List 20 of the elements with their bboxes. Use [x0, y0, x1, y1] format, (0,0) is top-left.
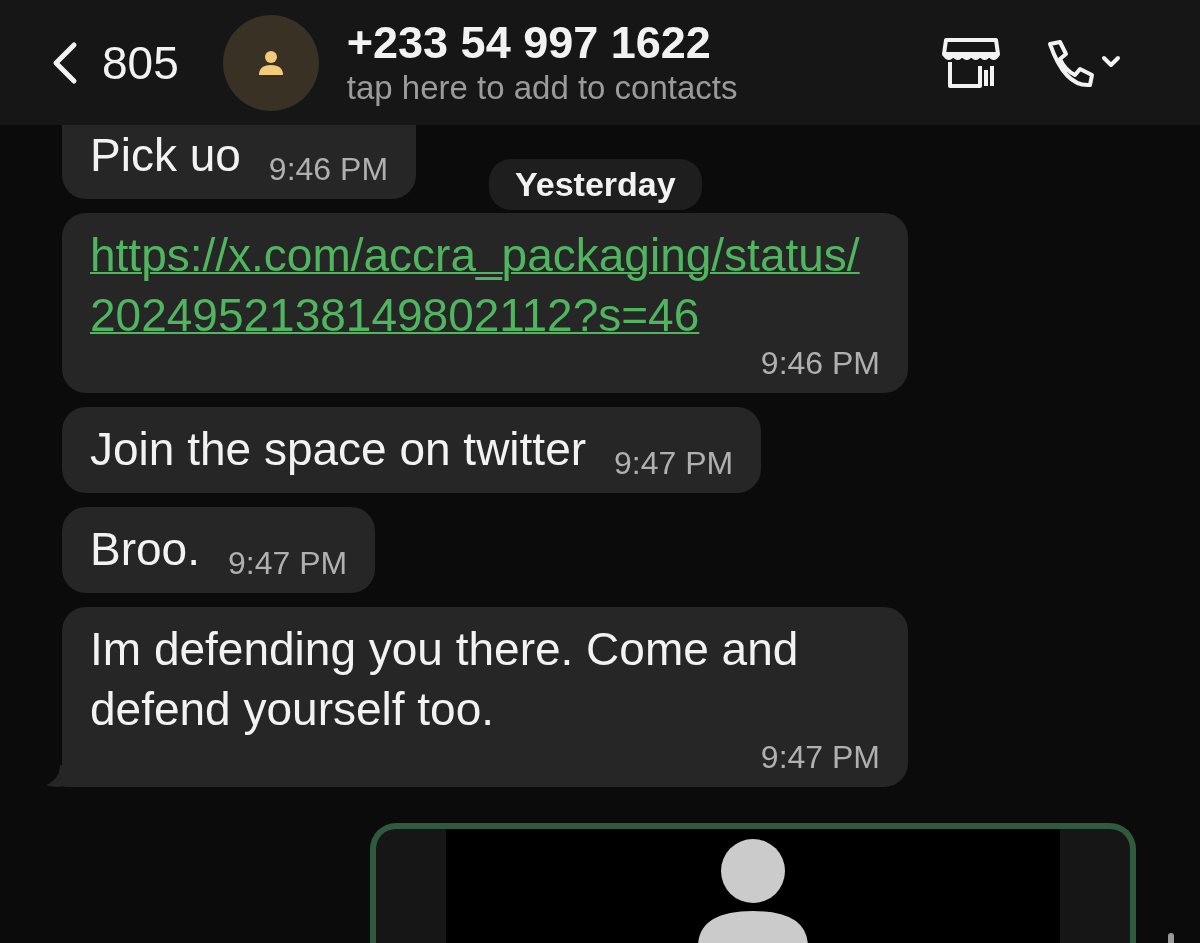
date-chip: Yesterday	[489, 159, 702, 210]
contact-phone-number[interactable]: +233 54 997 1622	[346, 17, 738, 68]
message-time: 9:47 PM	[614, 445, 734, 481]
message-bubble[interactable]: Broo. 9:47 PM	[62, 507, 376, 593]
message-text: Im defending you there. Come and defend yourself too.	[90, 622, 800, 737]
message-time: 9:47 PM	[760, 739, 880, 775]
message-bubble[interactable]: Pick uo 9:46 PM	[62, 125, 417, 199]
message-link[interactable]: https://x.com/accra_packaging/status/2024952138149802112?s=46	[90, 225, 880, 345]
message-text: Join the space on twitter	[90, 422, 587, 477]
contact-subtitle[interactable]: tap here to add to contacts	[346, 67, 738, 108]
message-time: 9:46 PM	[268, 151, 389, 187]
message-text: Broo.	[90, 522, 200, 577]
message-time: 9:47 PM	[227, 545, 348, 581]
message-bubble[interactable]: Join the space on twitter 9:47 PM	[62, 407, 762, 493]
back-button[interactable]: 805	[50, 35, 179, 90]
message-bubble[interactable]: https://x.com/accra_packaging/status/2024952138149802112?s=46 9:46 PM	[62, 213, 908, 393]
message-text: Pick uo	[90, 128, 241, 183]
message-bubble[interactable]: Im defending you there. Come and defend yourself too. 9:47 PM	[62, 607, 908, 787]
message-time: 9:46 PM	[760, 345, 880, 381]
storefront-icon[interactable]	[940, 35, 1002, 90]
